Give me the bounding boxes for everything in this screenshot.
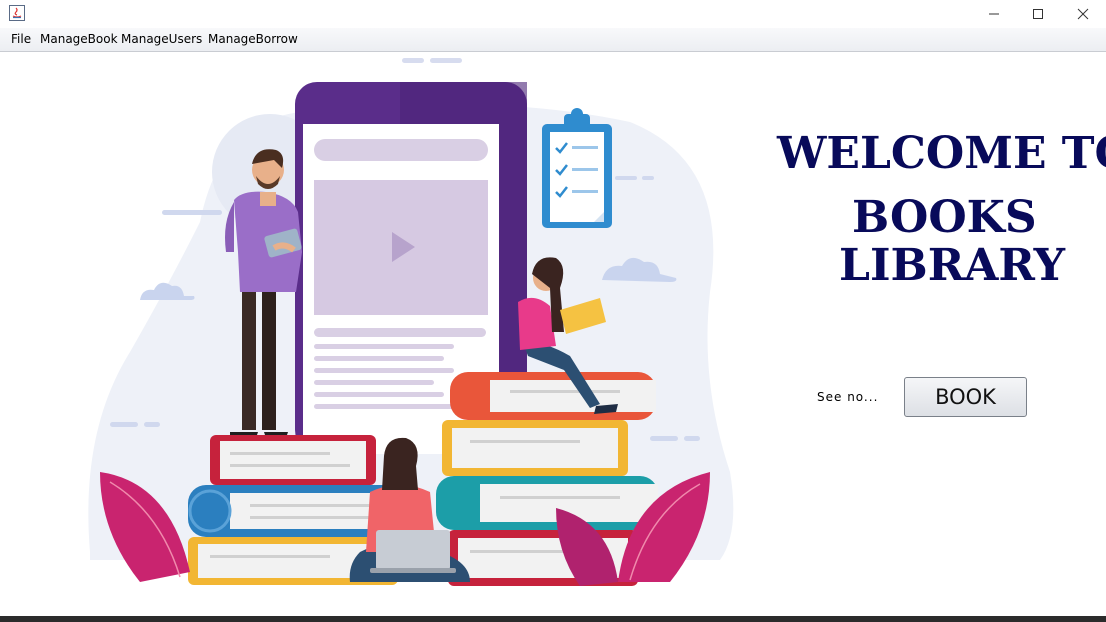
app-window: File ManageBook ManageUsers ManageBorrow — [0, 0, 1106, 622]
bottom-edge — [0, 616, 1106, 622]
close-icon — [1077, 8, 1089, 20]
welcome-title-line1: WELCOME TO — [777, 128, 1106, 179]
book-button[interactable]: BOOK — [904, 377, 1027, 417]
menu-bar: File ManageBook ManageUsers ManageBorrow — [0, 28, 1106, 52]
library-illustration — [88, 58, 734, 586]
maximize-button[interactable] — [1015, 0, 1061, 28]
see-label: See no... — [817, 390, 879, 404]
title-bar — [0, 0, 1106, 28]
welcome-title-line2: BOOKS — [852, 192, 1037, 243]
java-app-icon — [9, 5, 25, 21]
maximize-icon — [1033, 9, 1043, 19]
close-button[interactable] — [1060, 0, 1106, 28]
menu-manage-book[interactable]: ManageBook — [40, 32, 118, 46]
welcome-title-line3: LIBRARY — [839, 240, 1066, 291]
minimize-icon — [989, 13, 999, 15]
main-panel: WELCOME TO BOOKS LIBRARY See no... BOOK — [0, 52, 1106, 616]
menu-manage-users[interactable]: ManageUsers — [121, 32, 202, 46]
menu-manage-borrow[interactable]: ManageBorrow — [208, 32, 298, 46]
minimize-button[interactable] — [971, 0, 1017, 28]
menu-file[interactable]: File — [11, 32, 31, 46]
